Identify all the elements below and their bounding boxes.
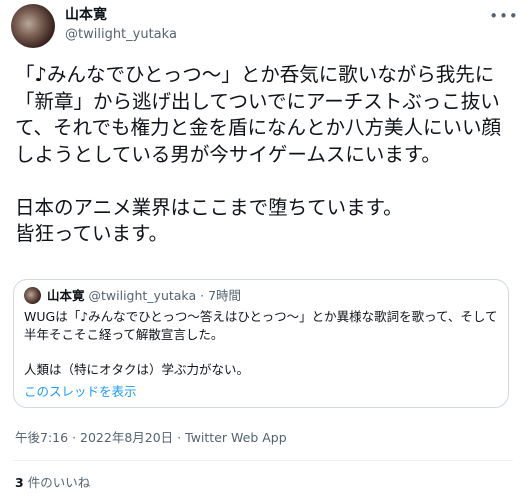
quoted-author-handle: @twilight_yutaka [88,288,197,303]
divider [13,460,513,461]
quoted-avatar [24,287,41,304]
tweet-meta: 午後7:16 · 2022年8月20日 · Twitter Web App [15,429,287,446]
likes-link[interactable]: 3 件のいいね [15,474,90,491]
show-thread-link[interactable]: このスレッドを表示 [24,383,137,400]
meta-date-sep: · [72,430,81,445]
avatar[interactable] [11,4,55,48]
author-handle[interactable]: @twilight_yutaka [65,26,177,43]
quoted-tweet[interactable]: 山本寛 @twilight_yutaka · 7時間 WUGは「♪みんなでひとっ… [13,279,509,408]
tweet: 山本寛 @twilight_yutaka ••• 「♪みんなでひとっつ〜」とか呑… [0,0,524,497]
quoted-author-name: 山本寛 [47,288,85,303]
author-name[interactable]: 山本寛 [65,6,107,24]
quoted-text: WUGは「♪みんなでひとっつ〜答えはひとっつ〜」とか異様な歌詞を歌って、そして半… [24,309,498,377]
likes-label: 件のいいね [27,475,91,490]
tweet-source[interactable]: Twitter Web App [185,430,287,445]
likes-count: 3 [15,475,24,490]
quoted-header: 山本寛 @twilight_yutaka · 7時間 [47,287,241,304]
quoted-time: 7時間 [208,288,242,303]
tweet-date[interactable]: 2022年8月20日 [80,430,173,445]
more-horizontal-icon[interactable]: ••• [489,6,518,26]
quoted-separator: · [200,288,205,303]
tweet-time[interactable]: 午後7:16 [15,430,68,445]
tweet-text: 「♪みんなでひとっつ〜」とか呑気に歌いながら我先に「新章」から逃げ出してついでに… [15,63,501,245]
